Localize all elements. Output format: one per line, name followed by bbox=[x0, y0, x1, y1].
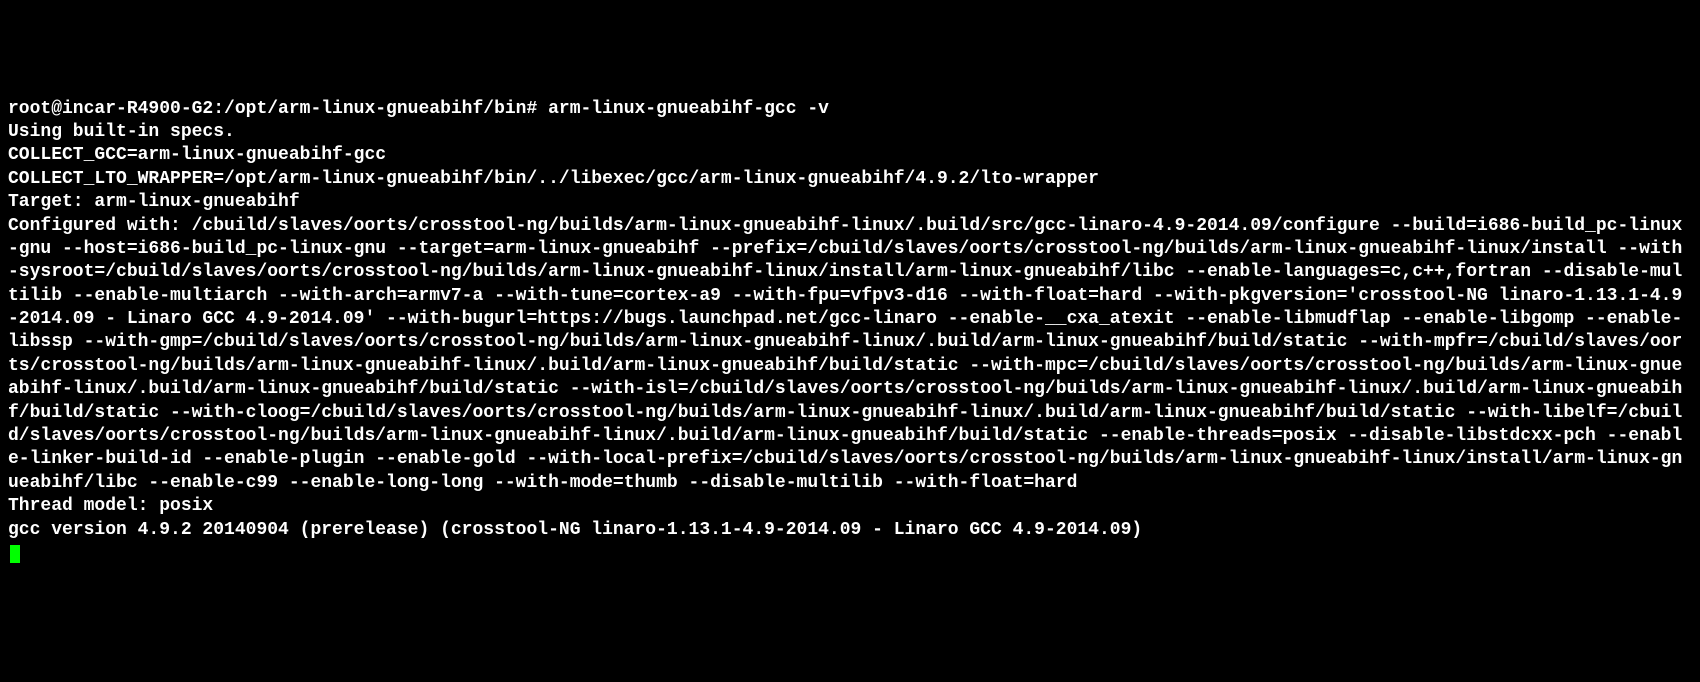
output-line: Configured with: /cbuild/slaves/oorts/cr… bbox=[8, 216, 1682, 493]
output-line: COLLECT_GCC=arm-linux-gnueabihf-gcc bbox=[8, 145, 386, 165]
cursor bbox=[10, 545, 20, 563]
prompt-line: root@incar-R4900-G2:/opt/arm-linux-gnuea… bbox=[8, 99, 829, 119]
output-line: Target: arm-linux-gnueabihf bbox=[8, 192, 300, 212]
output-line: Using built-in specs. bbox=[8, 122, 235, 142]
output-line: Thread model: posix bbox=[8, 496, 213, 516]
terminal-output[interactable]: root@incar-R4900-G2:/opt/arm-linux-gnuea… bbox=[8, 98, 1692, 566]
output-line: gcc version 4.9.2 20140904 (prerelease) … bbox=[8, 520, 1142, 540]
output-line: COLLECT_LTO_WRAPPER=/opt/arm-linux-gnuea… bbox=[8, 169, 1099, 189]
